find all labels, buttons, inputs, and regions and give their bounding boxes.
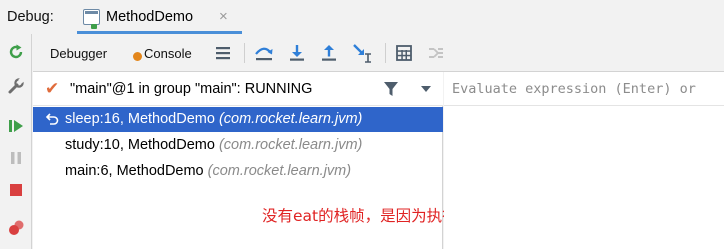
- evaluate-expression-input[interactable]: [452, 78, 724, 100]
- tab-console[interactable]: Console: [144, 46, 192, 61]
- stream-trace-icon: [429, 48, 443, 58]
- pause-icon: [11, 152, 21, 164]
- trace-stream-button[interactable]: [426, 43, 446, 63]
- tab-label: MethodDemo: [106, 9, 194, 25]
- left-toolbar: [0, 34, 32, 249]
- frame-method: study:10, MethodDemo: [65, 137, 215, 153]
- return-arrow-icon: [45, 113, 59, 125]
- tab-methoddemo[interactable]: MethodDemo ×: [77, 0, 242, 34]
- frame-package: (com.rocket.learn.jvm): [218, 137, 363, 153]
- step-out-icon: [322, 45, 336, 61]
- step-into-icon: [290, 45, 304, 61]
- tab-debugger[interactable]: Debugger: [50, 46, 107, 61]
- toolbar-separator: [244, 43, 245, 63]
- step-over-icon: [255, 47, 273, 61]
- layout-button[interactable]: [213, 43, 233, 63]
- frame-label: study:10, MethodDemo (com.rocket.learn.j…: [65, 137, 362, 153]
- frames-panel: ✔ "main"@1 in group "main": RUNNING slee…: [33, 72, 551, 249]
- console-icon: [133, 52, 142, 61]
- debug-label: Debug:: [7, 9, 54, 25]
- menu-lines-icon: [216, 47, 230, 60]
- evaluate-expression-button[interactable]: [394, 43, 414, 63]
- chevron-down-icon[interactable]: [420, 85, 432, 93]
- resume-button[interactable]: [6, 116, 26, 136]
- view-breakpoints-button[interactable]: [6, 218, 26, 238]
- frame-package: (com.rocket.learn.jvm): [207, 163, 352, 179]
- stack-frame-item[interactable]: sleep:16, MethodDemo (com.rocket.learn.j…: [33, 107, 443, 132]
- frame-method: main:6, MethodDemo: [65, 163, 204, 179]
- breakpoints-icon: [9, 220, 24, 235]
- thread-selector[interactable]: ✔ "main"@1 in group "main": RUNNING: [33, 72, 443, 106]
- rerun-button[interactable]: [6, 42, 26, 62]
- run-to-cursor-icon: [353, 44, 371, 63]
- checkmark-icon: ✔: [45, 79, 60, 98]
- evaluate-expression-bar: [444, 72, 724, 106]
- stop-button[interactable]: [6, 180, 26, 200]
- step-out-button[interactable]: [319, 43, 339, 63]
- filter-icon[interactable]: [383, 81, 399, 97]
- run-to-cursor-button[interactable]: [352, 43, 372, 63]
- stop-icon: [10, 184, 22, 196]
- resume-icon: [9, 120, 23, 132]
- step-into-button[interactable]: [287, 43, 307, 63]
- frame-package: (com.rocket.learn.jvm): [218, 111, 363, 127]
- toolbar-separator: [385, 43, 386, 63]
- stack-frame-item[interactable]: main:6, MethodDemo (com.rocket.learn.jvm…: [33, 159, 443, 184]
- variables-panel: [444, 72, 724, 249]
- debug-titlebar: Debug: MethodDemo ×: [0, 0, 724, 34]
- run-config-icon: [83, 9, 100, 29]
- settings-button[interactable]: [6, 76, 26, 96]
- pause-button[interactable]: [6, 148, 26, 168]
- thread-label: "main"@1 in group "main": RUNNING: [70, 81, 313, 97]
- rerun-icon: [9, 44, 23, 59]
- debugger-toolbar: Debugger Console: [33, 34, 724, 72]
- calculator-icon: [396, 45, 412, 61]
- frame-method: sleep:16, MethodDemo: [65, 111, 215, 127]
- wrench-icon: [8, 77, 25, 94]
- close-icon[interactable]: ×: [219, 8, 228, 25]
- frame-label: sleep:16, MethodDemo (com.rocket.learn.j…: [65, 111, 362, 127]
- step-over-button[interactable]: [254, 43, 274, 63]
- frame-label: main:6, MethodDemo (com.rocket.learn.jvm…: [65, 163, 351, 179]
- stack-frame-item[interactable]: study:10, MethodDemo (com.rocket.learn.j…: [33, 133, 443, 158]
